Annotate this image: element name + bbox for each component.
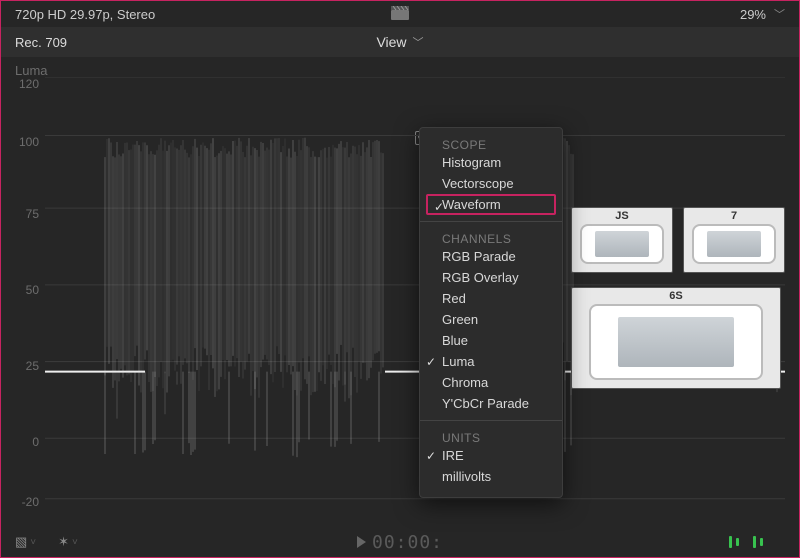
y-tick: -20 xyxy=(22,495,39,509)
menu-item-label: Luma xyxy=(442,354,475,369)
phone-icon xyxy=(589,304,764,380)
timecode-label: 00:00: xyxy=(372,532,443,553)
view-dropdown-menu: SCOPE Histogram Vectorscope ✓Waveform CH… xyxy=(419,127,563,498)
y-axis: 120 100 75 50 25 0 -20 xyxy=(9,77,39,517)
effects-tool-icon[interactable]: ✶˅ xyxy=(58,534,78,550)
menu-item-vectorscope[interactable]: Vectorscope xyxy=(420,173,562,194)
playhead-control[interactable]: 00:00: xyxy=(357,532,443,553)
scope-title: Luma xyxy=(15,63,48,78)
menu-item-histogram[interactable]: Histogram xyxy=(420,152,562,173)
topbar: 720p HD 29.97p, Stereo 29% ﹀ xyxy=(1,1,799,27)
menu-section-units: UNITS xyxy=(420,427,562,445)
menu-divider xyxy=(420,221,562,222)
menu-item-label: Waveform xyxy=(442,197,501,212)
chevron-down-icon: ﹀ xyxy=(413,34,424,50)
app-window: 720p HD 29.97p, Stereo 29% ﹀ Rec. 709 Vi… xyxy=(0,0,800,558)
zoom-value: 29% xyxy=(740,7,766,22)
check-icon: ✓ xyxy=(426,449,436,463)
thumbnail-label: 6S xyxy=(669,290,682,302)
y-tick: 120 xyxy=(19,77,39,91)
menu-item-label: IRE xyxy=(442,448,464,463)
menu-item-chroma[interactable]: Chroma xyxy=(420,372,562,393)
y-tick: 75 xyxy=(26,207,39,221)
menu-item-ycbcr[interactable]: Y'CbCr Parade xyxy=(420,393,562,414)
thumbnail-label: JS xyxy=(615,210,628,222)
clip-thumbnail[interactable]: JS xyxy=(571,207,673,273)
menu-divider xyxy=(420,420,562,421)
menu-section-scope: SCOPE xyxy=(420,134,562,152)
menu-item-ire[interactable]: ✓ IRE xyxy=(420,445,562,466)
format-label: 720p HD 29.97p, Stereo xyxy=(15,7,155,22)
menu-section-channels: CHANNELS xyxy=(420,228,562,246)
clapperboard-icon[interactable] xyxy=(391,6,409,23)
menu-item-millivolts[interactable]: millivolts xyxy=(420,466,562,487)
colorspace-label: Rec. 709 xyxy=(15,35,67,50)
clip-thumbnail[interactable]: 6S xyxy=(571,287,781,389)
zoom-dropdown[interactable]: 29% ﹀ xyxy=(740,6,785,22)
menu-item-red[interactable]: Red xyxy=(420,288,562,309)
y-tick: 100 xyxy=(19,135,39,149)
crop-tool-icon[interactable]: ▧˅ xyxy=(15,534,36,550)
clip-thumbnail[interactable]: 7 xyxy=(683,207,785,273)
thumbnail-label: 7 xyxy=(731,210,737,222)
phone-icon xyxy=(580,224,664,264)
menu-item-luma[interactable]: ✓ Luma xyxy=(420,351,562,372)
y-tick: 25 xyxy=(26,359,39,373)
phone-icon xyxy=(692,224,776,264)
chevron-down-icon: ﹀ xyxy=(774,6,785,22)
check-icon: ✓ xyxy=(426,355,436,369)
menu-item-waveform[interactable]: ✓Waveform xyxy=(426,194,556,215)
play-icon xyxy=(357,536,366,548)
view-menu-label: View xyxy=(376,34,406,50)
audio-meters-icon[interactable] xyxy=(729,536,763,548)
y-tick: 0 xyxy=(32,435,39,449)
bottom-toolbar: ▧˅ ✶˅ 00:00: xyxy=(1,527,799,557)
y-tick: 50 xyxy=(26,283,39,297)
menu-item-rgb-parade[interactable]: RGB Parade xyxy=(420,246,562,267)
view-menu-button[interactable]: View ﹀ xyxy=(376,34,423,50)
menu-item-green[interactable]: Green xyxy=(420,309,562,330)
check-icon: ✓ xyxy=(434,200,444,214)
scope-toolbar: Rec. 709 View ﹀ xyxy=(1,27,799,57)
menu-item-rgb-overlay[interactable]: RGB Overlay xyxy=(420,267,562,288)
scope-body: Luma 120 100 75 50 25 0 -20 xyxy=(1,57,799,557)
menu-item-blue[interactable]: Blue xyxy=(420,330,562,351)
clip-thumbnails: JS 7 6S xyxy=(571,207,785,403)
